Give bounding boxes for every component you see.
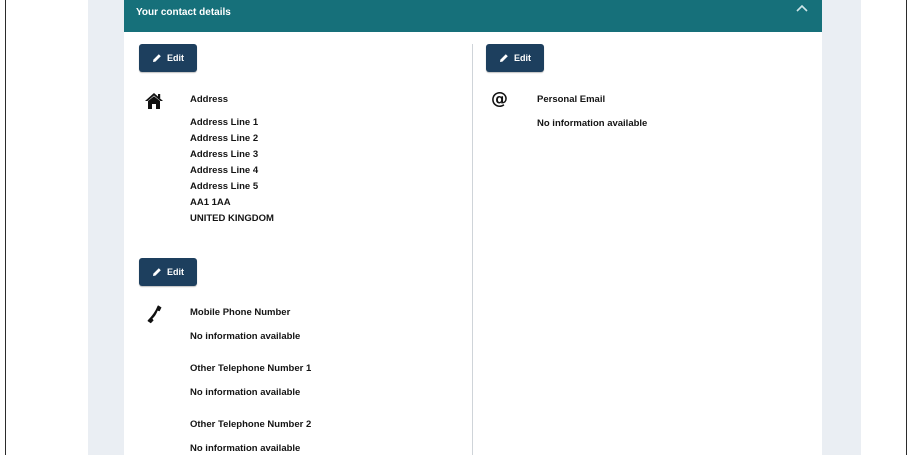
- mobile-phone-label: Mobile Phone Number: [190, 307, 291, 318]
- section-header[interactable]: Your contact details: [124, 0, 822, 32]
- address-line: Address Line 1: [190, 117, 259, 128]
- address-line: Address Line 2: [190, 133, 259, 144]
- other-phone-2-label: Other Telephone Number 2: [190, 419, 312, 430]
- edit-address-label: Edit: [167, 53, 184, 63]
- pencil-icon: [153, 268, 161, 276]
- phone-icon: [143, 303, 165, 325]
- postcode: AA1 1AA: [190, 197, 231, 208]
- edit-address-button[interactable]: Edit: [139, 44, 197, 72]
- edit-email-label: Edit: [514, 53, 531, 63]
- other-phone-2-value: No information available: [190, 443, 301, 454]
- address-line: Address Line 4: [190, 165, 259, 176]
- edit-phone-button[interactable]: Edit: [139, 258, 197, 286]
- column-divider: [472, 44, 473, 455]
- address-line: Address Line 5: [190, 181, 259, 192]
- address-line: Address Line 3: [190, 149, 259, 160]
- chevron-up-icon[interactable]: [794, 2, 810, 16]
- pencil-icon: [153, 54, 161, 62]
- contact-details-panel: Your contact details Edit Address Addres…: [124, 0, 822, 455]
- at-icon: @: [491, 89, 508, 109]
- section-title: Your contact details: [136, 7, 231, 18]
- home-icon: [143, 90, 165, 112]
- edit-email-button[interactable]: Edit: [486, 44, 544, 72]
- personal-email-label: Personal Email: [537, 94, 606, 105]
- other-phone-1-label: Other Telephone Number 1: [190, 363, 312, 374]
- address-label: Address: [190, 94, 229, 105]
- mobile-phone-value: No information available: [190, 331, 301, 342]
- pencil-icon: [500, 54, 508, 62]
- address-lines: Address Line 1 Address Line 2 Address Li…: [190, 115, 274, 227]
- personal-email-value: No information available: [537, 118, 648, 129]
- country: UNITED KINGDOM: [190, 213, 274, 224]
- edit-phone-label: Edit: [167, 267, 184, 277]
- other-phone-1-value: No information available: [190, 387, 301, 398]
